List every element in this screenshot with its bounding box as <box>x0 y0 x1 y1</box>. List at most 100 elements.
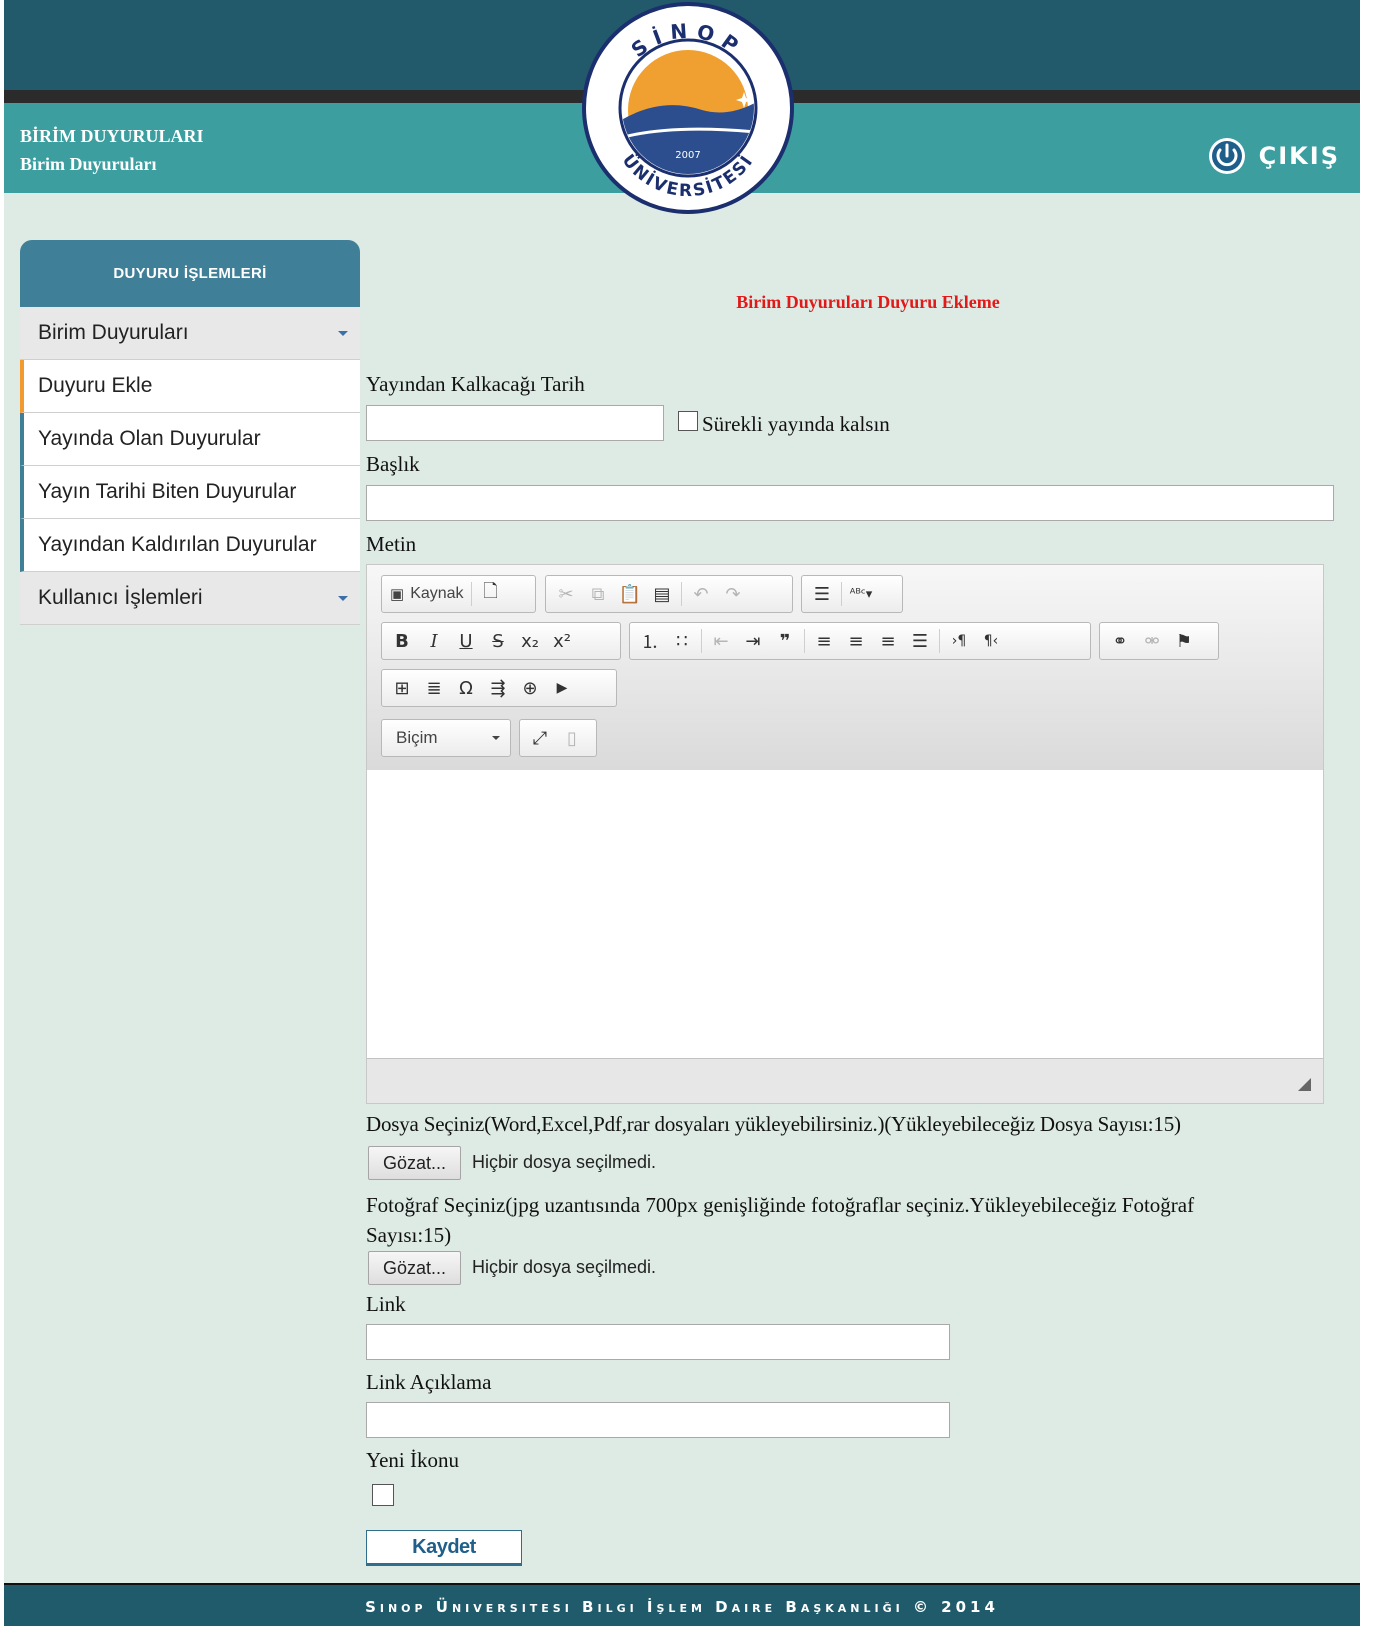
toolbar-group-insert: ⊞ ≣ Ω ⇶ ⊕ ▶ <box>381 669 617 707</box>
file-browse-button[interactable]: Gözat... <box>368 1146 461 1180</box>
link-description-input[interactable] <box>366 1402 950 1438</box>
italic-icon[interactable]: I <box>418 626 450 656</box>
sidebar-item-label: Yayın Tarihi Biten Duyurular <box>38 480 297 503</box>
undo-icon[interactable]: ↶ <box>685 579 717 609</box>
preview-icon[interactable]: 🗋 <box>475 579 507 609</box>
header-title-line2: Birim Duyuruları <box>20 154 157 174</box>
sidebar-item-duyuru-ekle[interactable]: Duyuru Ekle <box>20 360 360 413</box>
source-button[interactable]: ▣ Kaynak <box>386 579 468 609</box>
bold-icon[interactable]: B <box>386 626 418 656</box>
justify-icon[interactable]: ☰ <box>904 626 936 656</box>
spellcheck-icon[interactable]: ᴬᴮᶜ▾ <box>845 579 877 609</box>
unlink-icon[interactable]: ⚮ <box>1136 626 1168 656</box>
rtl-icon[interactable]: ¶‹ <box>975 626 1007 656</box>
underline-icon[interactable]: U <box>450 626 482 656</box>
photo-select-label-line1: Fotoğraf Seçiniz(jpg uzantısında 700px g… <box>366 1193 1195 1217</box>
outdent-icon[interactable]: ⇤ <box>705 626 737 656</box>
page-break-icon[interactable]: ⇶ <box>482 673 514 703</box>
sidebar-item-yayinda-olan[interactable]: Yayında Olan Duyurular <box>20 413 360 466</box>
toolbar-group-paragraph: ⒈ ∷ ⇤ ⇥ ❞ ≡ ≡ ≡ ☰ ›¶ ¶‹ <box>629 622 1091 660</box>
sidebar-group-birim-duyurulari[interactable]: Birim Duyuruları <box>20 307 360 360</box>
chevron-down-icon <box>492 736 500 740</box>
sidebar-group-label: Birim Duyuruları <box>38 321 189 344</box>
chevron-down-icon <box>338 331 348 336</box>
align-left-icon[interactable]: ≡ <box>808 626 840 656</box>
format-dropdown[interactable]: Biçim <box>381 719 511 757</box>
link-input[interactable] <box>366 1324 950 1360</box>
toolbar-group-links: ⚭ ⚮ ⚑ <box>1099 622 1219 660</box>
university-logo[interactable]: SİNOP ÜNİVERSİTESİ 2007 <box>580 0 796 217</box>
toolbar-group-view: ⤢ ▯ <box>519 719 597 757</box>
chevron-down-icon <box>338 596 348 601</box>
sidebar-item-label: Duyuru Ekle <box>38 374 153 397</box>
maximize-icon[interactable]: ⤢ <box>524 723 556 753</box>
file-select-label: Dosya Seçiniz(Word,Excel,Pdf,rar dosyala… <box>366 1112 1181 1136</box>
align-right-icon[interactable]: ≡ <box>872 626 904 656</box>
header-title-line1: BİRİM DUYURULARI <box>20 126 204 146</box>
paste-word-icon[interactable]: ▤ <box>646 579 678 609</box>
sidebar-item-yayin-tarihi-biten[interactable]: Yayın Tarihi Biten Duyurular <box>20 466 360 519</box>
save-button[interactable]: Kaydet <box>366 1530 522 1566</box>
paste-icon[interactable]: 📋 <box>614 579 646 609</box>
toolbar-group-clipboard: ✂ ⧉ 📋 ▤ ↶ ↷ <box>545 575 793 613</box>
toolbar-group-basic-styles: B I U S x₂ x² <box>381 622 621 660</box>
editor-toolbar: ▣ Kaynak 🗋 ✂ ⧉ 📋 ▤ ↶ ↷ ☰ ᴬᴮᶜ▾ B I U S x₂… <box>367 565 1323 771</box>
source-label: Kaynak <box>410 585 464 602</box>
numbered-list-icon[interactable]: ⒈ <box>634 626 666 656</box>
youtube-icon[interactable]: ▶ <box>546 673 578 703</box>
form-title: Birim Duyuruları Duyuru Ekleme <box>736 292 1000 312</box>
always-published-checkbox[interactable] <box>678 411 698 431</box>
sidebar-group-kullanici-islemleri[interactable]: Kullanıcı İşlemleri <box>20 572 360 625</box>
resize-handle-icon[interactable] <box>1298 1078 1311 1091</box>
sidebar-item-label: Yayında Olan Duyurular <box>38 427 261 450</box>
page: BİRİM DUYURULARI Birim Duyuruları SİNOP … <box>4 0 1360 1626</box>
photo-select-label: Fotoğraf Seçiniz(jpg uzantısında 700px g… <box>366 1190 1326 1250</box>
power-icon <box>1208 138 1245 174</box>
photo-browse-button[interactable]: Gözat... <box>368 1251 461 1285</box>
link-description-label: Link Açıklama <box>366 1370 492 1394</box>
new-icon-checkbox[interactable] <box>372 1484 394 1506</box>
bulleted-list-icon[interactable]: ∷ <box>666 626 698 656</box>
sidebar: DUYURU İŞLEMLERİ Birim Duyuruları Duyuru… <box>20 240 360 625</box>
logout-button[interactable]: ÇIKIŞ <box>1207 136 1340 176</box>
sidebar-item-label: Yayından Kaldırılan Duyurular <box>38 533 317 556</box>
editor-content-area[interactable] <box>367 770 1323 1059</box>
cut-icon[interactable]: ✂ <box>550 579 582 609</box>
redo-icon[interactable]: ↷ <box>717 579 749 609</box>
sidebar-group-label: Kullanıcı İşlemleri <box>38 586 203 609</box>
horizontal-line-icon[interactable]: ≣ <box>418 673 450 703</box>
logo-year: 2007 <box>675 150 700 161</box>
rich-text-editor: ▣ Kaynak 🗋 ✂ ⧉ 📋 ▤ ↶ ↷ ☰ ᴬᴮᶜ▾ B I U S x₂… <box>366 564 1324 1104</box>
strikethrough-icon[interactable]: S <box>482 626 514 656</box>
show-blocks-icon[interactable]: ▯ <box>556 723 588 753</box>
select-all-icon[interactable]: ☰ <box>806 579 838 609</box>
sidebar-heading: DUYURU İŞLEMLERİ <box>20 240 360 307</box>
header-title: BİRİM DUYURULARI Birim Duyuruları <box>20 122 204 178</box>
sidebar-item-yayindan-kaldirilan[interactable]: Yayından Kaldırılan Duyurular <box>20 519 360 572</box>
title-input[interactable] <box>366 485 1334 521</box>
blockquote-icon[interactable]: ❞ <box>769 626 801 656</box>
subscript-icon[interactable]: x₂ <box>514 626 546 656</box>
superscript-icon[interactable]: x² <box>546 626 578 656</box>
table-icon[interactable]: ⊞ <box>386 673 418 703</box>
align-center-icon[interactable]: ≡ <box>840 626 872 656</box>
special-char-icon[interactable]: Ω <box>450 673 482 703</box>
text-label: Metin <box>366 532 417 556</box>
photo-select-label-line2: Sayısı:15) <box>366 1223 452 1247</box>
expire-date-label: Yayından Kalkacağı Tarih <box>366 372 585 396</box>
source-icon: ▣ <box>390 586 405 603</box>
file-status-text: Hiçbir dosya seçilmedi. <box>472 1152 657 1172</box>
anchor-flag-icon[interactable]: ⚑ <box>1168 626 1200 656</box>
new-icon-label: Yeni İkonu <box>366 1448 459 1472</box>
always-published-label: Sürekli yayında kalsın <box>702 412 890 436</box>
ltr-icon[interactable]: ›¶ <box>943 626 975 656</box>
link-icon[interactable]: ⚭ <box>1104 626 1136 656</box>
link-label: Link <box>366 1292 406 1316</box>
iframe-globe-icon[interactable]: ⊕ <box>514 673 546 703</box>
toolbar-group-tools: ☰ ᴬᴮᶜ▾ <box>801 575 903 613</box>
toolbar-group-document: ▣ Kaynak 🗋 <box>381 575 536 613</box>
footer: Sinop Üniversitesi Bilgi İşlem Daire Baş… <box>4 1583 1360 1626</box>
expire-date-input[interactable] <box>366 405 664 441</box>
copy-icon[interactable]: ⧉ <box>582 579 614 609</box>
indent-icon[interactable]: ⇥ <box>737 626 769 656</box>
